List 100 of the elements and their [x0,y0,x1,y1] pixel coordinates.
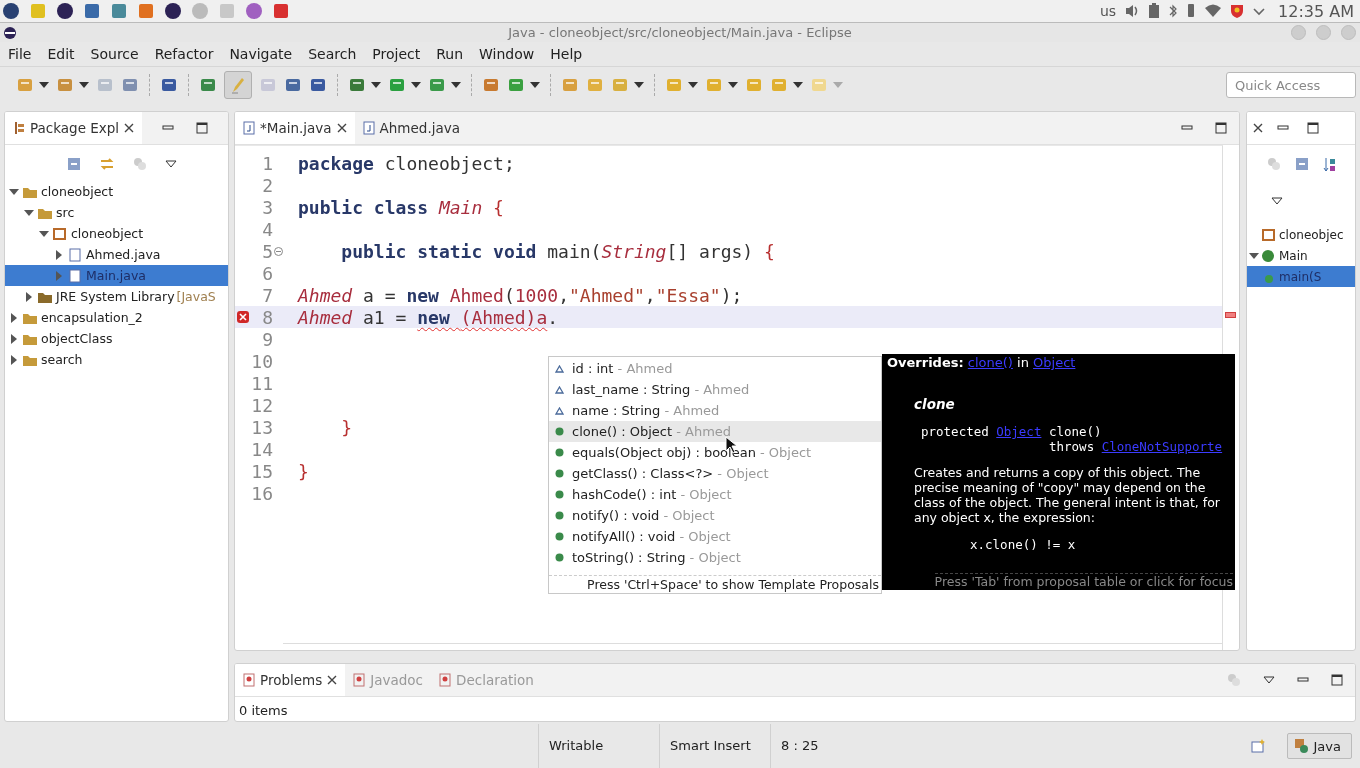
menu-item[interactable]: Edit [41,44,81,64]
bluetooth-icon[interactable] [1168,3,1179,19]
throws-text: throws [1049,439,1095,454]
tree-item[interactable]: cloneobject [5,223,228,244]
outline-item[interactable]: cloneobjec [1247,224,1355,245]
menu-item[interactable]: Navigate [223,44,299,64]
menu-item[interactable]: Refactor [148,44,220,64]
proposal-item[interactable]: clone() : Object - Ahmed [549,421,881,442]
view-icon [439,673,451,687]
expander-icon[interactable] [9,333,19,344]
menu-item[interactable]: Source [84,44,145,64]
dropdown-caret-icon[interactable] [634,82,644,88]
tree-item[interactable]: cloneobject [5,181,228,202]
code-line: Ahmed a = new Ahmed(1000,"Ahmed","Essa"); [298,284,743,306]
expander-icon[interactable] [9,354,19,365]
expander-icon[interactable] [1249,250,1259,261]
expander-icon[interactable] [54,249,64,260]
view-menu-icon[interactable] [1271,197,1283,205]
highlighter-icon [229,76,247,94]
line-number: 9 [261,328,273,350]
proposal-item[interactable]: notifyAll() : void - Object [549,526,881,547]
shield-icon[interactable] [1230,3,1245,19]
view-tab[interactable]: Package Expl [5,112,143,144]
perspective-button[interactable]: Java [1286,733,1352,759]
view-tab[interactable]: Problems [235,664,346,696]
view-icon [353,673,366,687]
sort-icon[interactable] [1323,157,1337,173]
maximize-icon[interactable] [1307,122,1319,134]
error-marker[interactable] [1225,312,1236,318]
dropdown-caret-icon[interactable] [451,82,461,88]
dropdown-caret-icon[interactable] [728,82,738,88]
menu-item[interactable]: Search [302,44,363,64]
dropdown-caret-icon[interactable] [411,82,421,88]
expander-icon[interactable] [9,312,19,323]
tree-item[interactable]: Ahmed.java [5,244,228,265]
dropdown-caret-icon[interactable] [793,82,803,88]
close-icon[interactable] [336,123,347,133]
menu-item[interactable]: Window [473,44,541,64]
javadoc-hint: Press 'Tab' from proposal table or click for focus [934,573,1233,589]
proposal-item[interactable]: id : int - Ahmed [549,358,881,379]
dropdown-caret-icon[interactable] [79,82,89,88]
view-menu-icon[interactable] [1263,676,1275,684]
line-number: 2 [261,174,273,196]
close-icon[interactable] [124,123,135,133]
proposal-item[interactable]: name : String - Ahmed [549,400,881,421]
proposal-item[interactable]: hashCode() : int - Object [549,484,881,505]
view-menu-icon[interactable] [165,160,177,168]
proposal-item[interactable]: last_name : String - Ahmed [549,379,881,400]
menu-item[interactable]: Help [544,44,589,64]
line-number: 1 [261,152,273,174]
method-icon [555,532,564,541]
tree-item[interactable]: objectClass [5,328,228,349]
line-number: 15 [251,460,273,482]
dropdown-caret-icon[interactable] [530,82,540,88]
tree-item[interactable]: encapsulation_2 [5,307,228,328]
tree-item[interactable]: JRE System Library [JavaS [5,286,228,307]
menu-item[interactable]: File [2,44,38,64]
phone-icon[interactable] [1186,3,1197,19]
dropdown-caret-icon[interactable] [688,82,698,88]
clock[interactable]: 12:35 AM [1278,1,1354,21]
keyboard-layout[interactable]: us [1099,3,1117,19]
outline-item[interactable]: Main [1247,245,1355,266]
line-number: 11 [251,372,273,394]
expander-icon[interactable] [24,291,34,302]
fold-icon[interactable] [274,246,283,256]
tree-item[interactable]: src [5,202,228,223]
close-icon[interactable] [327,675,338,685]
proposal-item[interactable]: getClass() : Class<?> - Object [549,463,881,484]
expander-icon[interactable] [9,186,19,197]
editor-tab[interactable]: Ahmed.java [354,112,468,144]
expander-icon[interactable] [39,228,49,239]
battery-icon[interactable] [1148,3,1161,19]
line-number: 5 [261,240,273,262]
method-icon [555,448,564,457]
tree-item[interactable]: search [5,349,228,370]
editor-tab[interactable]: *Main.java [235,112,355,144]
menu-item[interactable]: Run [430,44,470,64]
highlight-toggle-button[interactable] [224,71,252,99]
line-number: 3 [261,196,273,218]
maximize-icon[interactable] [1215,122,1227,134]
expander-icon[interactable] [24,207,34,218]
collapse-all-icon[interactable] [67,157,81,171]
proposal-item[interactable]: equals(Object obj) : boolean - Object [549,442,881,463]
signature-text: clone() [1048,424,1102,439]
proposal-item[interactable]: notify() : void - Object [549,505,881,526]
field-icon [555,406,564,415]
line-number: 8 [261,306,273,328]
proposal-item[interactable]: toString() : String - Object [549,547,881,568]
dropdown-caret-icon[interactable] [371,82,381,88]
quick-access-field[interactable]: Quick Access [1226,72,1356,98]
maximize-icon[interactable] [1331,674,1343,686]
maximize-icon[interactable] [196,122,209,134]
menu-item[interactable]: Project [366,44,427,64]
javadoc-description: Creates and returns a copy of this object. The precise meaning of "copy" may depend on the class of the object. The general intent is that, for any object x, the expression: [914,465,1221,525]
method-icon [555,469,564,478]
window-title: Java - cloneobject/src/cloneobject/Main.java - Eclipse [508,25,852,40]
dropdown-caret-icon[interactable] [39,82,49,88]
wifi-icon[interactable] [1204,3,1223,19]
collapse-all-icon[interactable] [1295,157,1309,171]
code-line: public class Main { [298,196,504,218]
